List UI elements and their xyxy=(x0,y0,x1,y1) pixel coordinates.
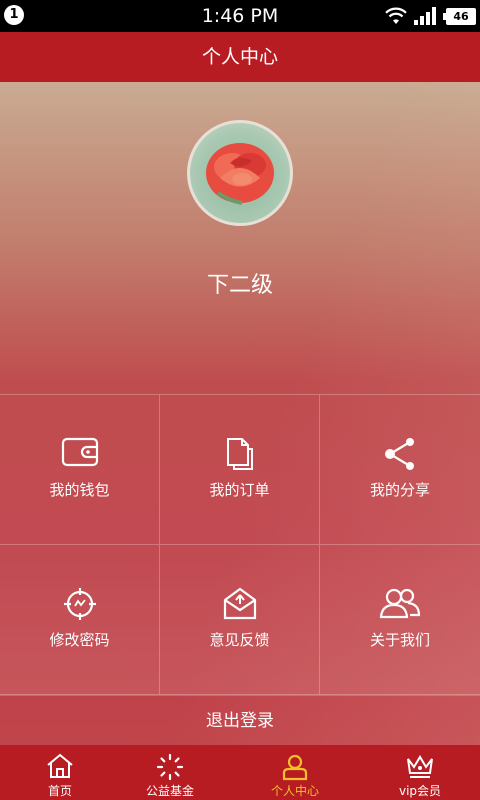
orders-icon xyxy=(226,438,253,470)
menu-item-label: 我的分享 xyxy=(369,481,430,499)
menu-grid: 我的钱包 我的订单 我的分享 修改密码 意见反馈 关于我们 xyxy=(0,394,480,695)
status-bar: 1 1:46 PM 46 xyxy=(0,0,480,32)
rose-image-icon xyxy=(206,143,274,205)
home-icon xyxy=(47,753,73,778)
menu-item-feedback[interactable]: 意见反馈 xyxy=(160,545,320,695)
profile-icon xyxy=(282,754,308,781)
signal-icon xyxy=(414,7,436,25)
status-time: 1:46 PM xyxy=(201,5,279,27)
nav-label: 公益基金 xyxy=(145,784,194,798)
feedback-icon xyxy=(223,587,256,620)
charity-icon xyxy=(156,753,184,781)
wifi-icon xyxy=(385,7,407,24)
menu-item-orders[interactable]: 我的订单 xyxy=(160,395,320,545)
nav-label: 个人中心 xyxy=(270,784,319,798)
menu-item-about-us[interactable]: 关于我们 xyxy=(320,545,480,695)
nav-item-home[interactable]: 首页 xyxy=(0,745,120,800)
nav-label: 首页 xyxy=(47,784,72,798)
battery-icon: 46 xyxy=(443,8,476,25)
logout-button[interactable]: 退出登录 xyxy=(0,695,480,745)
menu-item-label: 我的订单 xyxy=(209,481,270,499)
menu-item-label: 关于我们 xyxy=(369,631,430,649)
menu-item-label: 我的钱包 xyxy=(49,481,110,499)
nav-item-profile[interactable]: 个人中心 xyxy=(235,745,355,800)
menu-item-label: 修改密码 xyxy=(49,631,110,649)
menu-item-wallet[interactable]: 我的钱包 xyxy=(0,395,160,545)
page-title: 个人中心 xyxy=(0,32,480,82)
nav-label: vip会员 xyxy=(398,784,442,798)
nav-item-charity-fund[interactable]: 公益基金 xyxy=(110,745,230,800)
user-name: 下二级 xyxy=(206,273,273,298)
crown-icon xyxy=(407,755,433,778)
profile-section: 下二级 xyxy=(0,82,480,394)
menu-item-label: 意见反馈 xyxy=(209,631,270,649)
wallet-icon xyxy=(61,437,98,467)
menu-item-change-password[interactable]: 修改密码 xyxy=(0,545,160,695)
bottom-nav: 首页 公益基金 个人中心 vip会员 xyxy=(0,745,480,800)
main-content: 下二级 我的钱包 我的订单 我的分享 修改密码 意见反馈 关于我们 退出登录 xyxy=(0,82,480,745)
nav-item-vip[interactable]: vip会员 xyxy=(360,745,480,800)
share-icon xyxy=(385,438,414,470)
about-us-icon xyxy=(379,588,421,619)
password-icon xyxy=(63,588,96,620)
avatar[interactable] xyxy=(187,120,293,226)
menu-item-share[interactable]: 我的分享 xyxy=(320,395,480,545)
